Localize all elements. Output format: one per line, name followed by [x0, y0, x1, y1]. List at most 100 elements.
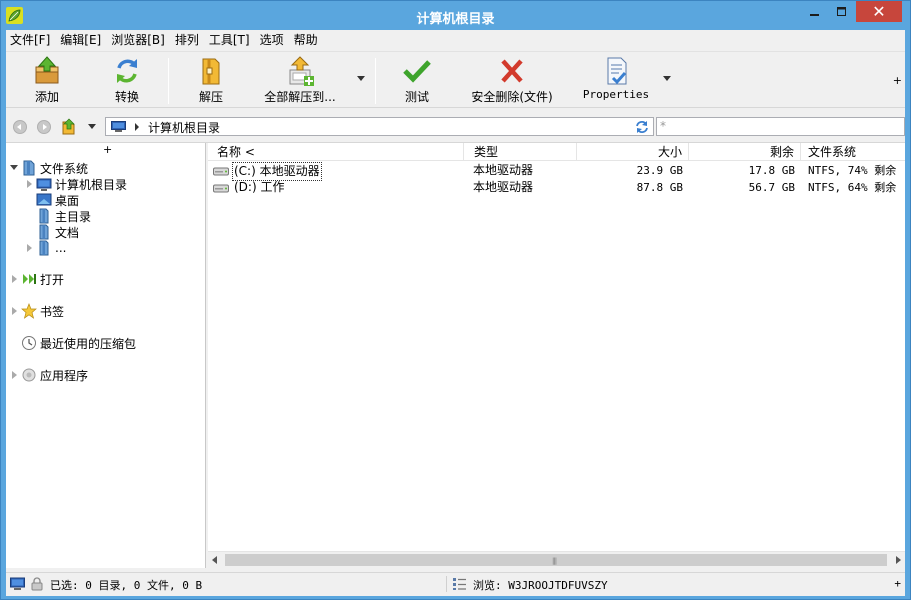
status-separator — [446, 576, 447, 592]
properties-dropdown-icon[interactable] — [663, 76, 671, 81]
computer-icon — [36, 178, 52, 191]
column-header-free[interactable]: 剩余 — [690, 143, 801, 161]
extract-label: 解压 — [198, 90, 223, 104]
section-recent-archives[interactable]: 最近使用的压缩包 — [9, 333, 136, 353]
app-window: 计算机根目录 ✕ 文件[F] 编辑[E] 浏览器[B] 排列 工具[T] 选项 … — [0, 0, 911, 600]
properties-document-icon — [607, 57, 627, 85]
back-button[interactable] — [13, 120, 27, 134]
list-view-icon[interactable] — [452, 577, 467, 591]
tree-expand-button[interactable]: + — [103, 143, 112, 156]
menu-options[interactable]: 选项 — [255, 30, 289, 50]
row-size: 23.9 GB — [636, 164, 683, 177]
status-bar: 已选: 0 目录, 0 文件, 0 B 浏览: W3JROOJTDFUVSZY … — [6, 572, 905, 594]
column-header-size[interactable]: 大小 — [578, 143, 689, 161]
column-header-type[interactable]: 类型 — [465, 143, 577, 161]
forward-button[interactable] — [37, 120, 51, 134]
history-dropdown-icon[interactable] — [88, 124, 96, 129]
extract-all-button[interactable]: 全部解压到... — [258, 56, 342, 106]
menu-arrange[interactable]: 排列 — [170, 30, 204, 50]
filesystem-icon — [23, 160, 35, 176]
row-free: 56.7 GB — [748, 181, 795, 194]
tree-item-desktop[interactable]: 桌面 — [34, 192, 79, 208]
column-header-name[interactable]: 名称 < — [208, 143, 464, 161]
menu-file[interactable]: 文件[F] — [6, 30, 55, 50]
close-button[interactable]: ✕ — [856, 1, 902, 22]
collapse-icon[interactable] — [9, 163, 19, 173]
tree-item-computer-root[interactable]: 计算机根目录 — [24, 176, 127, 192]
computer-icon — [10, 577, 25, 590]
lock-icon[interactable] — [30, 577, 45, 591]
row-type: 本地驱动器 — [473, 163, 534, 177]
expand-icon[interactable] — [9, 274, 19, 284]
window-title: 计算机根目录 — [416, 12, 495, 27]
applications-icon — [22, 368, 36, 382]
clock-icon — [22, 336, 36, 350]
extract-button[interactable]: 解压 — [190, 56, 232, 106]
expand-icon[interactable] — [9, 306, 19, 316]
extract-all-label: 全部解压到... — [264, 90, 336, 104]
scroll-grip-icon: ||| — [552, 557, 557, 565]
computer-icon — [111, 121, 126, 132]
row-free: 17.8 GB — [748, 164, 795, 177]
expand-placeholder — [9, 338, 19, 348]
row-filesystem: NTFS, 74% 剩余 — [808, 164, 897, 177]
section-applications[interactable]: 应用程序 — [9, 365, 88, 385]
menu-edit[interactable]: 编辑[E] — [55, 30, 106, 50]
refresh-icon[interactable] — [635, 120, 649, 134]
tree-item-home[interactable]: 主目录 — [34, 208, 91, 224]
tree-item-documents[interactable]: 文档 — [34, 224, 79, 240]
minimize-button[interactable] — [801, 1, 828, 22]
add-archive-icon — [35, 56, 59, 84]
menu-help[interactable]: 帮助 — [289, 30, 323, 50]
extract-all-dropdown-icon[interactable] — [357, 76, 365, 81]
secure-delete-button[interactable]: 安全删除(文件) — [462, 56, 562, 106]
selection-status: 已选: 0 目录, 0 文件, 0 B — [50, 579, 203, 592]
expand-icon[interactable] — [24, 179, 34, 189]
maximize-button[interactable] — [828, 1, 855, 22]
menu-browser[interactable]: 浏览器[B] — [106, 30, 170, 50]
toolbar-separator — [168, 58, 169, 104]
convert-button[interactable]: 转换 — [106, 56, 148, 106]
table-row[interactable]: (D:) 工作 本地驱动器 87.8 GB 56.7 GB NTFS, 64% … — [208, 179, 905, 196]
title-bar[interactable]: 计算机根目录 ✕ — [1, 1, 910, 30]
tree-label: 文件系统 — [40, 161, 89, 176]
minimize-icon — [809, 13, 819, 16]
section-open[interactable]: 打开 — [9, 269, 64, 289]
expand-icon[interactable] — [9, 370, 19, 380]
scroll-thumb[interactable]: ||| — [225, 554, 887, 566]
tree-label: ... — [55, 241, 67, 255]
section-bookmarks[interactable]: 书签 — [9, 301, 64, 321]
add-button[interactable]: 添加 — [26, 56, 68, 106]
row-name: (D:) 工作 — [234, 180, 285, 194]
properties-button[interactable]: Properties — [580, 56, 652, 106]
folder-up-icon[interactable] — [61, 118, 77, 135]
tree-label: 桌面 — [55, 193, 80, 208]
tree-label: 主目录 — [55, 209, 92, 224]
convert-label: 转换 — [114, 90, 139, 104]
path-field[interactable]: 计算机根目录 — [105, 117, 654, 136]
test-button[interactable]: 测试 — [396, 56, 438, 106]
path-separator-icon[interactable] — [135, 123, 139, 131]
toolbar-expand-button[interactable]: + — [893, 74, 902, 87]
horizontal-scrollbar[interactable]: ||| — [208, 551, 905, 568]
folder-icon — [39, 240, 49, 256]
filter-input[interactable]: * — [656, 117, 905, 136]
hard-drive-icon — [213, 167, 229, 176]
file-list: 名称 < 类型 大小 剩余 文件系统 (C:) 本地驱动器 本地驱动器 23.9… — [208, 143, 905, 568]
column-header-filesystem[interactable]: 文件系统 — [802, 143, 905, 161]
open-arrow-icon — [23, 274, 36, 284]
scroll-right-icon[interactable] — [896, 556, 901, 564]
section-label: 最近使用的压缩包 — [40, 336, 137, 351]
scroll-left-icon[interactable] — [212, 556, 217, 564]
table-row[interactable]: (C:) 本地驱动器 本地驱动器 23.9 GB 17.8 GB NTFS, 7… — [208, 162, 905, 181]
tree-label: 文档 — [55, 225, 80, 240]
tree-item-more[interactable]: ... — [24, 240, 66, 256]
status-expand-button[interactable]: + — [894, 577, 901, 590]
section-label: 应用程序 — [40, 368, 89, 383]
convert-arrows-icon — [117, 59, 137, 83]
menu-tools[interactable]: 工具[T] — [204, 30, 255, 50]
tree-item-filesystem[interactable]: 文件系统 — [9, 160, 88, 176]
list-header: 名称 < 类型 大小 剩余 文件系统 — [208, 143, 905, 161]
expand-icon[interactable] — [24, 243, 34, 253]
maximize-icon — [836, 6, 846, 16]
